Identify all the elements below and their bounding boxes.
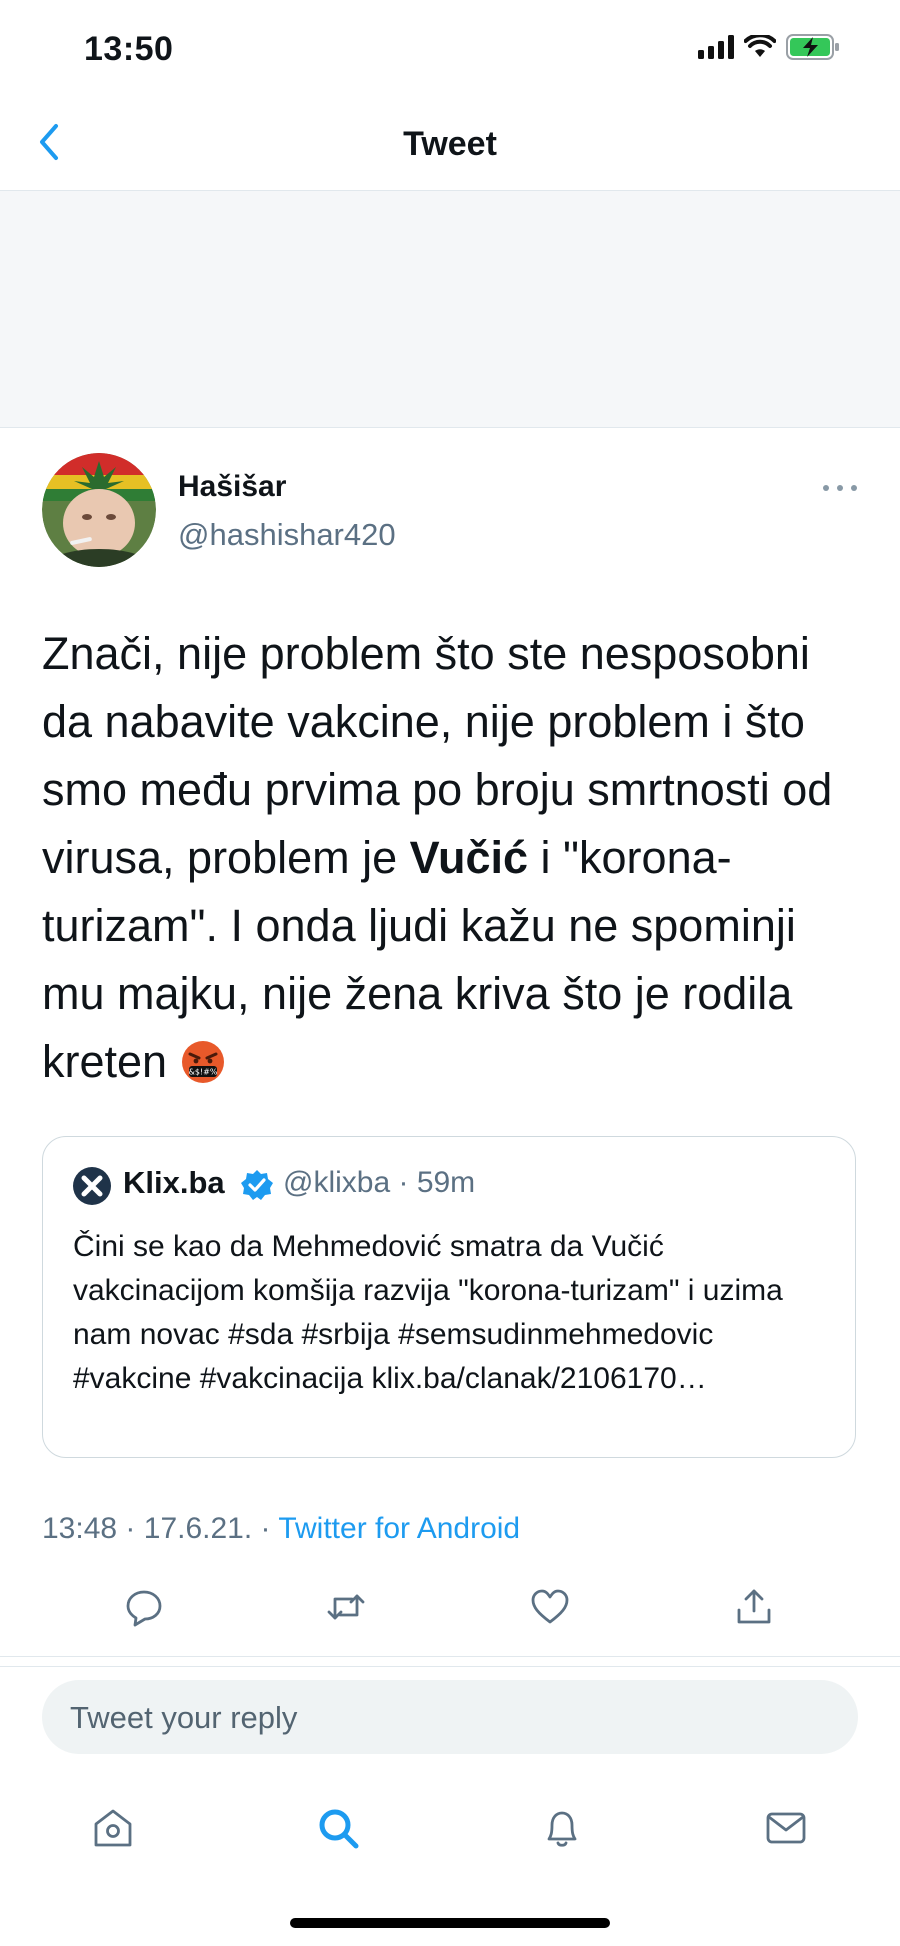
home-icon[interactable] <box>89 1804 137 1852</box>
retweet-icon[interactable] <box>324 1585 368 1629</box>
separator: · <box>125 1512 136 1545</box>
klix-logo-icon <box>73 1167 111 1205</box>
messages-icon[interactable] <box>762 1804 810 1852</box>
quoted-text: Čini se kao da Mehmedović smatra da Vuči… <box>73 1230 783 1395</box>
banner-placeholder <box>0 191 900 428</box>
tweet-date: 17.6.21. <box>143 1512 253 1545</box>
like-icon[interactable] <box>528 1585 572 1629</box>
avatar[interactable] <box>42 453 156 567</box>
verified-badge-icon <box>241 1170 273 1200</box>
divider <box>0 1656 900 1657</box>
author-handle[interactable]: @hashishar420 <box>178 517 396 553</box>
quoted-tweet[interactable]: Klix.ba @klixba · 59m Čini se kao da Meh… <box>42 1136 856 1458</box>
notifications-icon[interactable] <box>538 1804 586 1852</box>
more-options-icon[interactable] <box>820 478 860 498</box>
quoted-handle-time: @klixba · 59m <box>283 1166 476 1199</box>
tweet-timestamp-line: 13:48 · 17.6.21. · Twitter for Android <box>42 1512 520 1546</box>
tweet-time: 13:48 <box>42 1512 118 1545</box>
page-title: Tweet <box>403 125 497 163</box>
share-icon[interactable] <box>732 1585 776 1629</box>
nav-bar: Tweet <box>0 80 900 191</box>
cursing-face-emoji-icon: &$!#% <box>181 1041 224 1084</box>
svg-text:&$!#%: &$!#% <box>188 1068 217 1077</box>
reply-placeholder: Tweet your reply <box>70 1700 298 1735</box>
battery-charging-icon <box>786 34 839 60</box>
signal-icon <box>698 35 734 59</box>
reply-input[interactable]: Tweet your reply <box>42 1680 858 1754</box>
author-name[interactable]: Hašišar <box>178 470 286 504</box>
separator: · <box>260 1512 271 1545</box>
tweet-text-bold: Vučić <box>409 832 529 883</box>
reply-icon[interactable] <box>122 1585 166 1629</box>
quoted-author-name: Klix.ba <box>123 1165 225 1200</box>
status-time: 13:50 <box>84 30 174 68</box>
divider <box>0 1666 900 1667</box>
search-icon[interactable] <box>314 1804 362 1852</box>
home-indicator <box>290 1918 610 1928</box>
tweet-source-link[interactable]: Twitter for Android <box>278 1512 520 1545</box>
status-icons <box>698 34 840 60</box>
tweet-text: Znači, nije problem što ste nesposobni d… <box>42 620 862 1096</box>
wifi-icon <box>744 35 776 57</box>
